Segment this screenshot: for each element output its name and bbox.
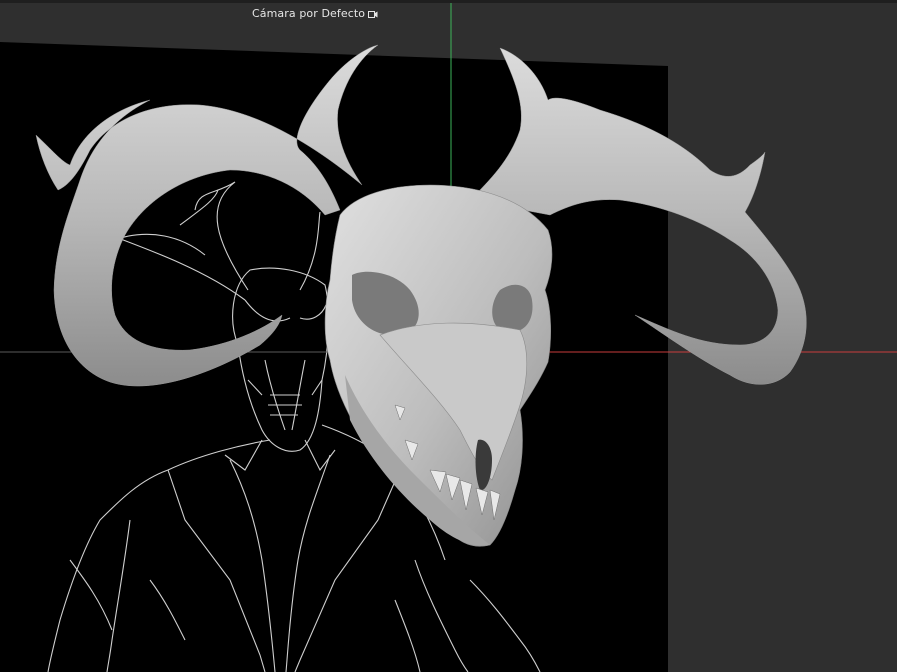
camera-label: Cámara por Defecto — [252, 6, 366, 20]
viewport-top-border — [0, 0, 897, 3]
viewport-scene — [0, 0, 897, 672]
camera-selector[interactable]: Cámara por Defecto — [252, 5, 378, 21]
3d-viewport[interactable]: Cámara por Defecto — [0, 0, 897, 672]
camera-icon — [368, 9, 378, 18]
